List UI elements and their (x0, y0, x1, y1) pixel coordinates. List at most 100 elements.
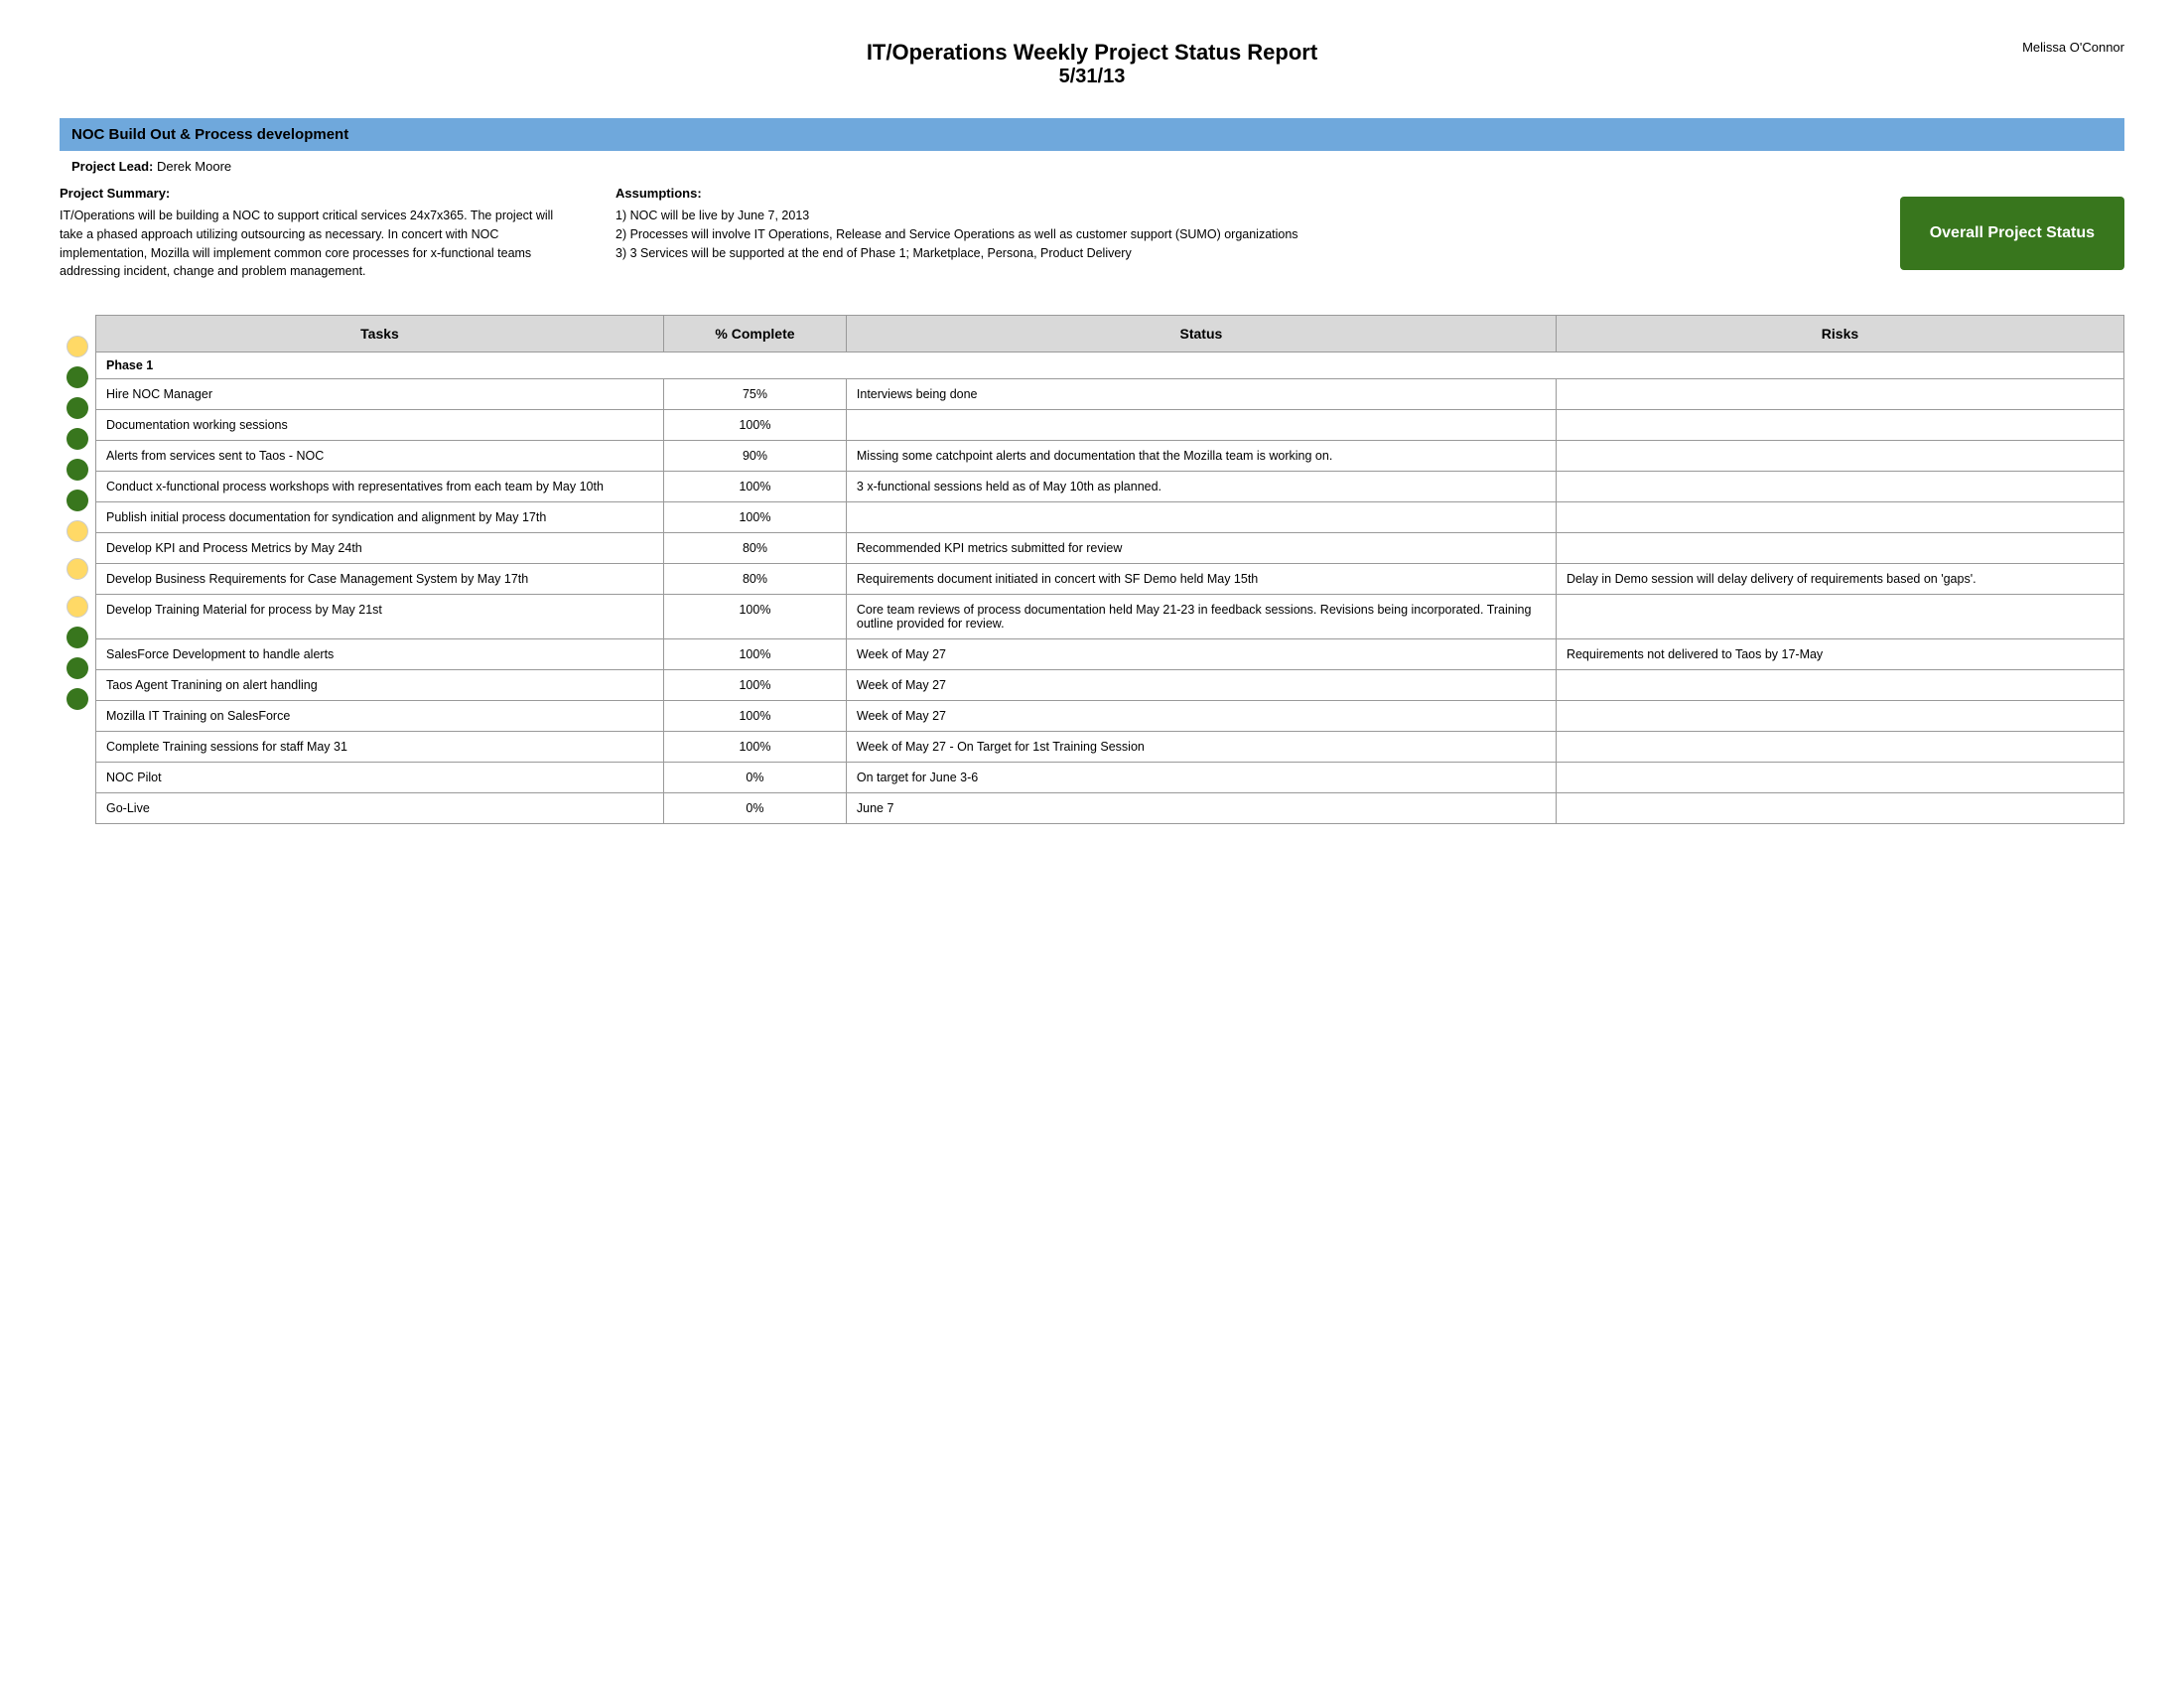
phase-header-row: Phase 1 (96, 352, 2124, 379)
table-row: Documentation working sessions 100% (96, 410, 2124, 441)
complete-cell: 80% (664, 564, 847, 595)
task-cell: Complete Training sessions for staff May… (96, 732, 664, 763)
overall-status-box: Overall Project Status (1900, 197, 2124, 270)
summary-left-title: Project Summary: (60, 186, 576, 201)
table-row: Publish initial process documentation fo… (96, 502, 2124, 533)
complete-cell: 80% (664, 533, 847, 564)
risks-cell (1556, 701, 2123, 732)
table-main-wrap: Tasks % Complete Status Risks Phase 1 Hi… (95, 305, 2124, 824)
row-indicator-cell (60, 516, 95, 547)
task-cell: NOC Pilot (96, 763, 664, 793)
table-row: Taos Agent Tranining on alert handling 1… (96, 670, 2124, 701)
risks-cell (1556, 441, 2123, 472)
table-row: Conduct x-functional process workshops w… (96, 472, 2124, 502)
table-row: Go-Live 0% June 7 (96, 793, 2124, 824)
status-cell (846, 502, 1556, 533)
status-cell: Missing some catchpoint alerts and docum… (846, 441, 1556, 472)
summary-right: Assumptions: 1) NOC will be live by June… (615, 186, 1860, 262)
yellow-dot-icon (67, 596, 88, 618)
table-row: Develop Business Requirements for Case M… (96, 564, 2124, 595)
complete-cell: 0% (664, 793, 847, 824)
risks-cell (1556, 502, 2123, 533)
complete-cell: 100% (664, 701, 847, 732)
complete-cell: 0% (664, 763, 847, 793)
task-cell: Go-Live (96, 793, 664, 824)
status-cell (846, 410, 1556, 441)
green-dot-icon (67, 688, 88, 710)
task-cell: Hire NOC Manager (96, 379, 664, 410)
row-indicator-cell (60, 362, 95, 393)
row-indicator-cell (60, 547, 95, 592)
project-title-bar: NOC Build Out & Process development (60, 118, 2124, 151)
status-cell: Requirements document initiated in conce… (846, 564, 1556, 595)
risks-cell: Delay in Demo session will delay deliver… (1556, 564, 2123, 595)
status-cell: Week of May 27 (846, 670, 1556, 701)
green-dot-icon (67, 428, 88, 450)
col-header-risks: Risks (1556, 316, 2123, 352)
risks-cell (1556, 472, 2123, 502)
complete-cell: 100% (664, 732, 847, 763)
green-dot-icon (67, 627, 88, 648)
status-cell: On target for June 3-6 (846, 763, 1556, 793)
status-cell: Recommended KPI metrics submitted for re… (846, 533, 1556, 564)
risks-cell (1556, 793, 2123, 824)
row-indicator-cell (60, 746, 95, 776)
main-table: Tasks % Complete Status Risks Phase 1 Hi… (95, 315, 2124, 824)
no-dot-icon (67, 719, 88, 741)
green-dot-icon (67, 657, 88, 679)
project-lead-name: Derek Moore (157, 159, 231, 174)
summary-right-title: Assumptions: (615, 186, 1860, 201)
complete-cell: 100% (664, 639, 847, 670)
risks-cell (1556, 763, 2123, 793)
phase-indicator-spacer (60, 305, 95, 332)
status-cell: Week of May 27 (846, 639, 1556, 670)
complete-cell: 100% (664, 410, 847, 441)
table-row: Develop KPI and Process Metrics by May 2… (96, 533, 2124, 564)
no-dot-icon (67, 750, 88, 772)
task-cell: Develop Training Material for process by… (96, 595, 664, 639)
yellow-dot-icon (67, 336, 88, 357)
col-header-complete: % Complete (664, 316, 847, 352)
status-cell: Week of May 27 (846, 701, 1556, 732)
row-indicator-cell (60, 424, 95, 455)
task-cell: Publish initial process documentation fo… (96, 502, 664, 533)
risks-cell (1556, 379, 2123, 410)
yellow-dot-icon (67, 558, 88, 580)
risks-cell: Requirements not delivered to Taos by 17… (1556, 639, 2123, 670)
task-cell: Mozilla IT Training on SalesForce (96, 701, 664, 732)
table-wrapper: Tasks % Complete Status Risks Phase 1 Hi… (60, 305, 2124, 824)
green-dot-icon (67, 366, 88, 388)
phase-label: Phase 1 (96, 352, 2124, 379)
overall-status-label: Overall Project Status (1930, 224, 2095, 241)
risks-cell (1556, 732, 2123, 763)
report-title-line2: 5/31/13 (60, 66, 2124, 88)
green-dot-icon (67, 397, 88, 419)
table-row: NOC Pilot 0% On target for June 3-6 (96, 763, 2124, 793)
table-row: Hire NOC Manager 75% Interviews being do… (96, 379, 2124, 410)
summary-left-text: IT/Operations will be building a NOC to … (60, 207, 576, 281)
indicator-column (60, 305, 95, 824)
task-cell: SalesForce Development to handle alerts (96, 639, 664, 670)
summary-left: Project Summary: IT/Operations will be b… (60, 186, 576, 281)
task-cell: Develop Business Requirements for Case M… (96, 564, 664, 595)
row-indicator-cell (60, 653, 95, 684)
row-indicator-cell (60, 715, 95, 746)
complete-cell: 100% (664, 502, 847, 533)
project-lead-label: Project Lead: (71, 159, 153, 174)
risks-cell (1556, 410, 2123, 441)
complete-cell: 100% (664, 472, 847, 502)
yellow-dot-icon (67, 520, 88, 542)
row-indicator-cell (60, 592, 95, 623)
col-header-status: Status (846, 316, 1556, 352)
project-title: NOC Build Out & Process development (71, 126, 348, 143)
author-name: Melissa O'Connor (2022, 40, 2124, 55)
table-row: SalesForce Development to handle alerts … (96, 639, 2124, 670)
risks-cell (1556, 533, 2123, 564)
summary-section: Project Summary: IT/Operations will be b… (60, 186, 2124, 281)
risks-cell (1556, 670, 2123, 701)
complete-cell: 100% (664, 595, 847, 639)
row-indicator-cell (60, 684, 95, 715)
green-dot-icon (67, 459, 88, 481)
status-cell: June 7 (846, 793, 1556, 824)
page-header: Melissa O'Connor IT/Operations Weekly Pr… (60, 40, 2124, 88)
